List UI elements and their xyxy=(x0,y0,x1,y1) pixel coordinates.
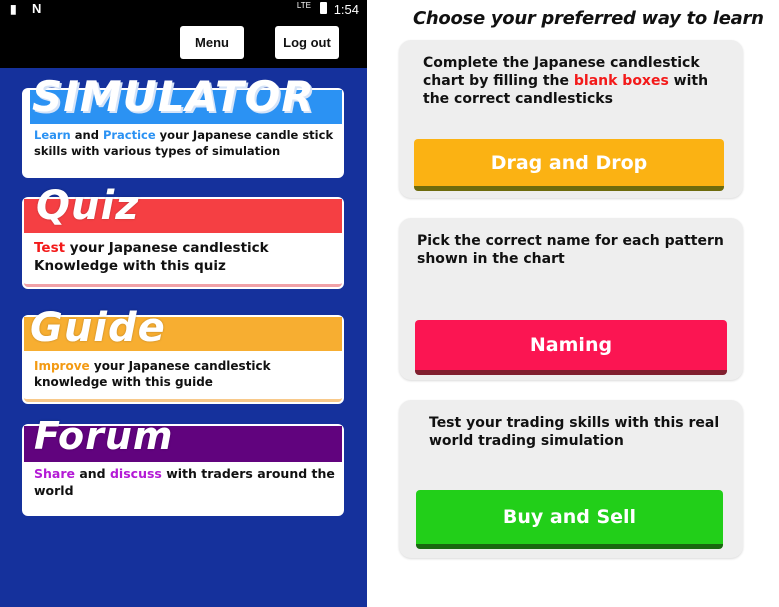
guide-card[interactable]: Guide Improve your Japanese candlestick … xyxy=(24,305,342,402)
quiz-title: Quiz xyxy=(36,183,140,229)
menu-button[interactable]: Menu xyxy=(180,26,244,59)
practice-highlight: Practice xyxy=(102,128,156,142)
top-toolbar: Menu Log out xyxy=(0,18,367,68)
network-label: LTE xyxy=(296,1,311,10)
forum-card[interactable]: Forum Share and discuss with traders aro… xyxy=(24,414,342,514)
quiz-description: Test your Japanese candlestick Knowledge… xyxy=(34,239,336,275)
simulator-description: Learn and Practice your Japanese candle … xyxy=(34,128,336,159)
naming-panel: Pick the correct name for each pattern s… xyxy=(399,218,743,380)
naming-button[interactable]: Naming xyxy=(415,320,727,375)
discuss-highlight: discuss xyxy=(109,466,162,481)
desc-connector: and xyxy=(70,128,103,142)
simulator-mode-screen: Choose your preferred way to learn Compl… xyxy=(367,0,779,607)
test-highlight: Test xyxy=(34,240,66,256)
share-highlight: Share xyxy=(34,466,75,481)
forum-title: Forum xyxy=(34,414,174,458)
drag-drop-panel: Complete the Japanese candlestick chart … xyxy=(399,40,743,198)
simulator-title: SIMULATOR xyxy=(32,72,315,121)
guide-description: Improve your Japanese candlestick knowle… xyxy=(34,358,336,390)
forum-description: Share and discuss with traders around th… xyxy=(34,466,336,500)
logout-button[interactable]: Log out xyxy=(275,26,339,59)
sd-card-icon: ▮ xyxy=(10,2,17,16)
guide-title: Guide xyxy=(30,305,166,351)
learn-highlight: Learn xyxy=(34,128,71,142)
buy-sell-panel: Test your trading skills with this real … xyxy=(399,400,743,558)
quiz-card[interactable]: Quiz Test your Japanese candlestick Know… xyxy=(24,183,342,287)
battery-icon xyxy=(320,2,327,14)
buy-sell-description: Test your trading skills with this real … xyxy=(429,415,720,450)
naming-description: Pick the correct name for each pattern s… xyxy=(417,233,724,268)
drag-drop-description: Complete the Japanese candlestick chart … xyxy=(423,54,739,109)
page-title: Choose your preferred way to learn xyxy=(413,8,764,29)
desc-rest: your Japanese candlestick Knowledge with… xyxy=(34,240,269,275)
clock: 1:54 xyxy=(333,2,359,17)
improve-highlight: Improve xyxy=(34,359,90,373)
blank-boxes-highlight: blank boxes xyxy=(573,73,669,90)
app-home-screen: ▮ N LTE 1:54 Menu Log out SIMULATOR Lear… xyxy=(0,0,367,607)
buy-and-sell-button[interactable]: Buy and Sell xyxy=(416,490,723,549)
simulator-card[interactable]: SIMULATOR Learn and Practice your Japane… xyxy=(24,72,342,176)
drag-and-drop-button[interactable]: Drag and Drop xyxy=(414,139,724,191)
desc-connector: and xyxy=(74,466,110,481)
status-bar: ▮ N LTE 1:54 xyxy=(0,0,367,18)
notification-n-icon: N xyxy=(32,1,42,16)
